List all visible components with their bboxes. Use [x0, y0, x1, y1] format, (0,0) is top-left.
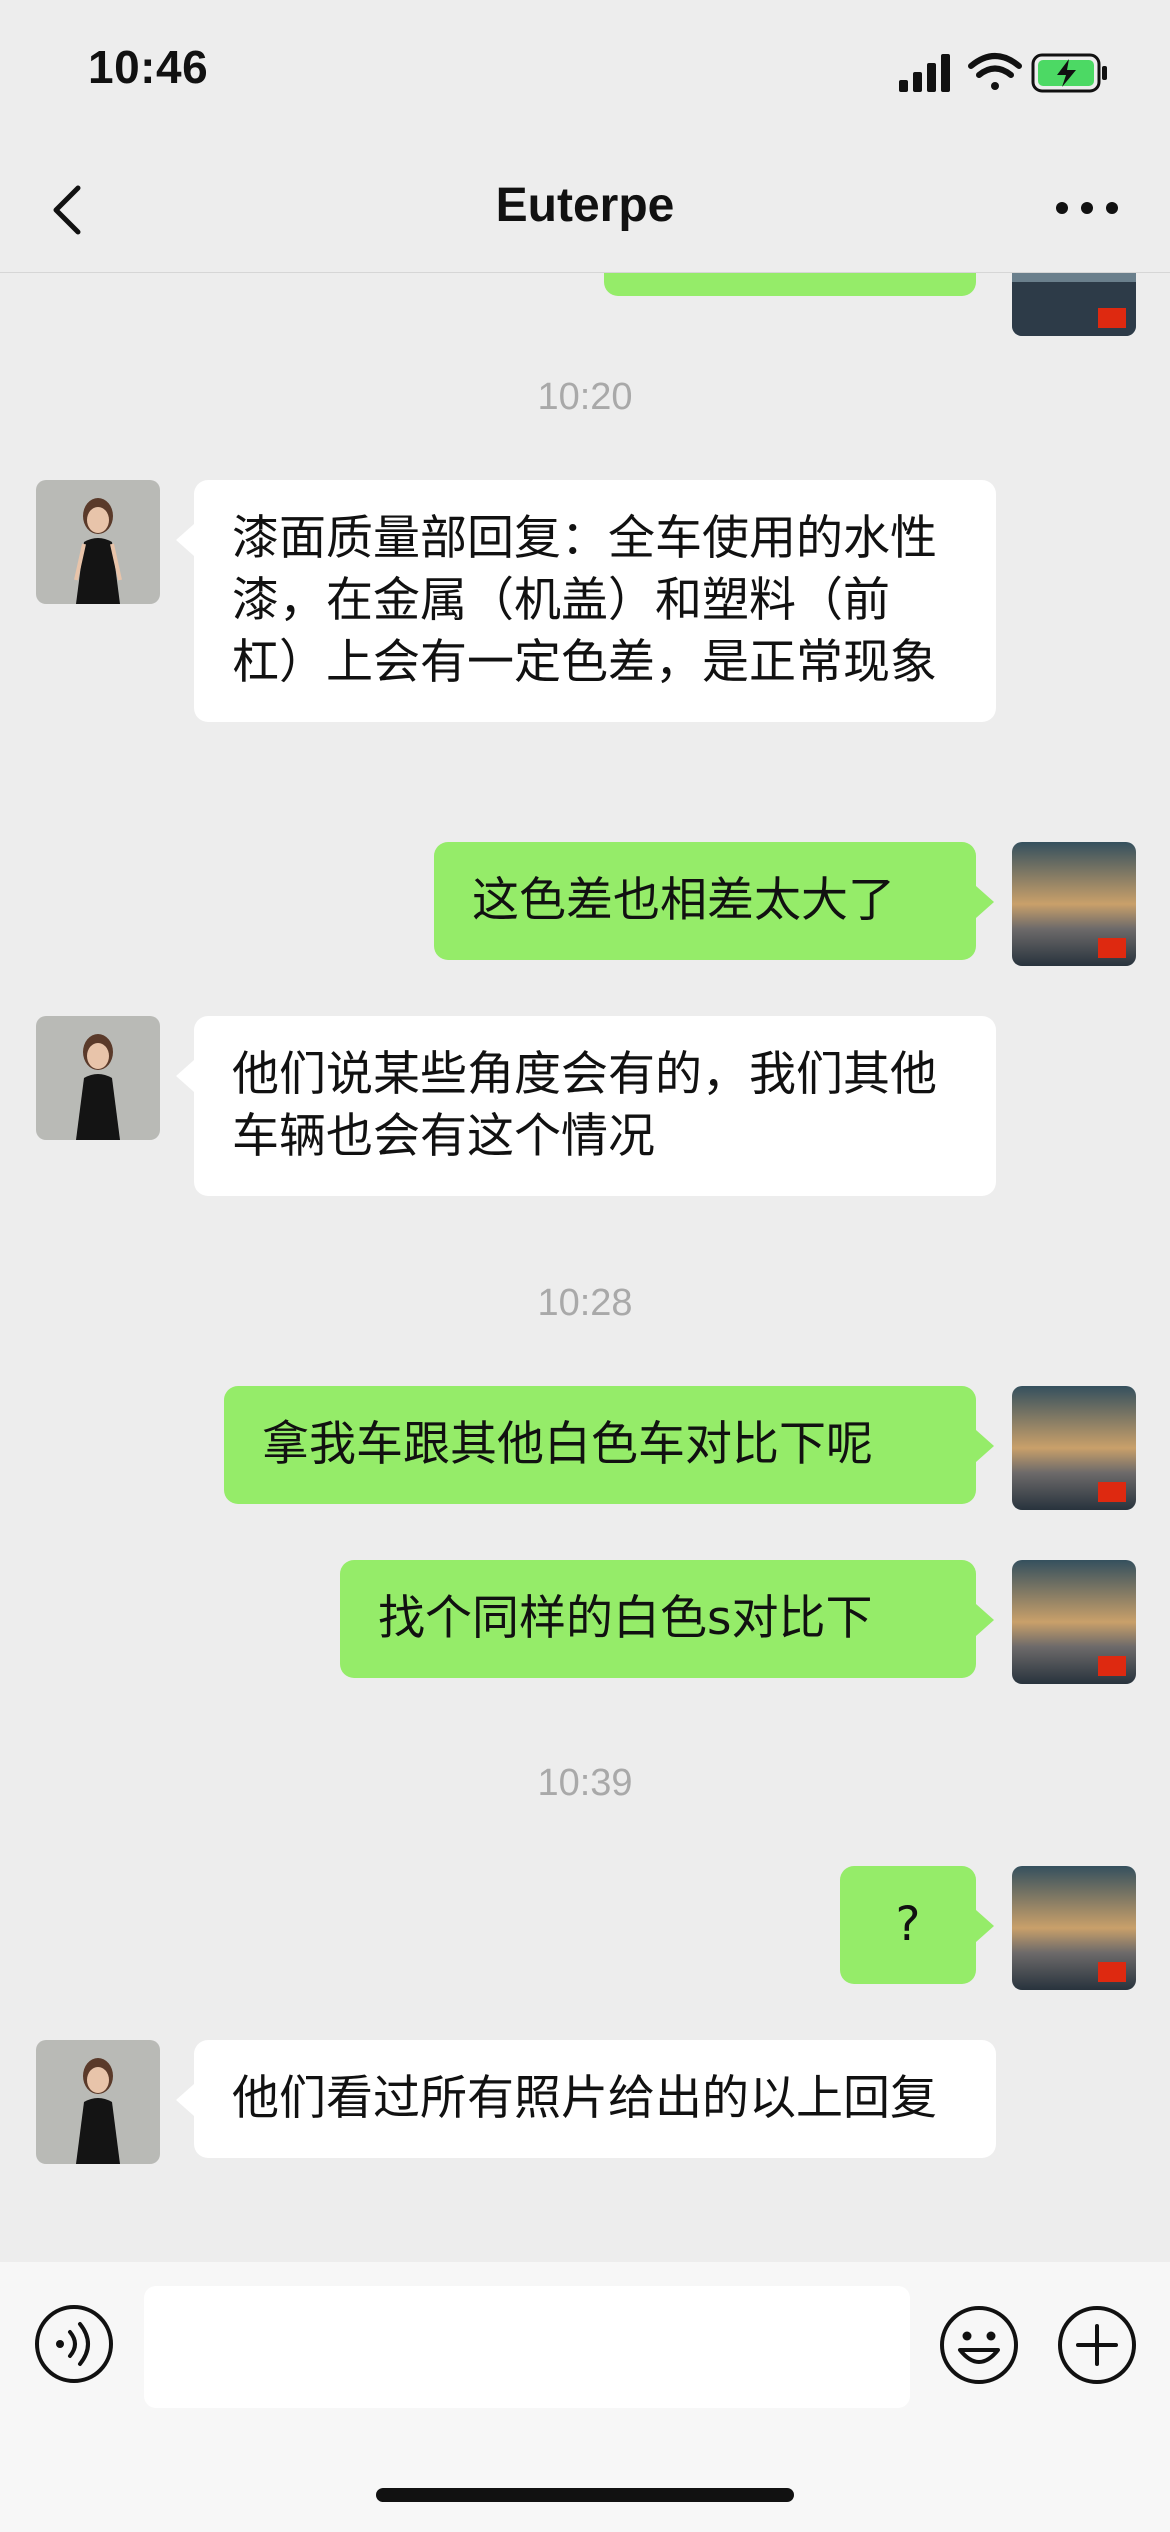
voice-icon[interactable] — [34, 2304, 114, 2384]
message-bubble-outgoing[interactable]: 找个同样的白色s对比下 — [340, 1560, 994, 1678]
previous-message-bubble[interactable] — [604, 272, 976, 296]
nav-bar: Euterpe — [0, 148, 1170, 273]
message-bubble-outgoing[interactable]: ? — [840, 1866, 994, 1984]
timestamp: 10:20 — [537, 376, 633, 418]
timestamp: 10:28 — [537, 1282, 633, 1324]
my-avatar[interactable] — [1012, 842, 1136, 966]
signal-icon — [899, 54, 950, 92]
my-avatar[interactable] — [1012, 1386, 1136, 1510]
message-bubble-outgoing[interactable]: 拿我车跟其他白色车对比下呢 — [224, 1386, 994, 1504]
message-bubble-incoming[interactable]: 漆面质量部回复：全车使用的水性漆，在金属（机盖）和塑料（前杠）上会有一定色差，是… — [176, 480, 996, 722]
chat-area[interactable]: 10:20 漆面质量部回复：全车使用的水性漆，在金属（机盖）和塑料（前杠）上会有… — [0, 272, 1170, 2262]
home-indicator — [376, 2488, 794, 2502]
more-dots-icon[interactable] — [1052, 188, 1122, 228]
message-bubble-incoming[interactable]: 他们看过所有照片给出的以上回复 — [176, 2040, 996, 2158]
message-bubble-incoming[interactable]: 他们说某些角度会有的，我们其他车辆也会有这个情况 — [176, 1016, 996, 1196]
timestamp: 10:39 — [537, 1762, 633, 1804]
chat-title: Euterpe — [495, 179, 675, 232]
status-icons — [899, 53, 1107, 93]
contact-avatar[interactable] — [36, 1016, 160, 1140]
contact-avatar[interactable] — [36, 2040, 160, 2164]
emoji-icon[interactable] — [938, 2304, 1020, 2386]
my-avatar[interactable] — [1012, 1560, 1136, 1684]
wifi-icon — [968, 53, 1022, 90]
my-avatar[interactable] — [1012, 272, 1136, 336]
message-input[interactable] — [144, 2286, 910, 2408]
message-bubble-outgoing[interactable]: 这色差也相差太大了 — [434, 842, 994, 960]
battery-icon — [1031, 53, 1107, 93]
contact-avatar[interactable] — [36, 480, 160, 604]
my-avatar[interactable] — [1012, 1866, 1136, 1990]
status-time: 10:46 — [88, 41, 209, 93]
plus-icon[interactable] — [1056, 2304, 1138, 2386]
